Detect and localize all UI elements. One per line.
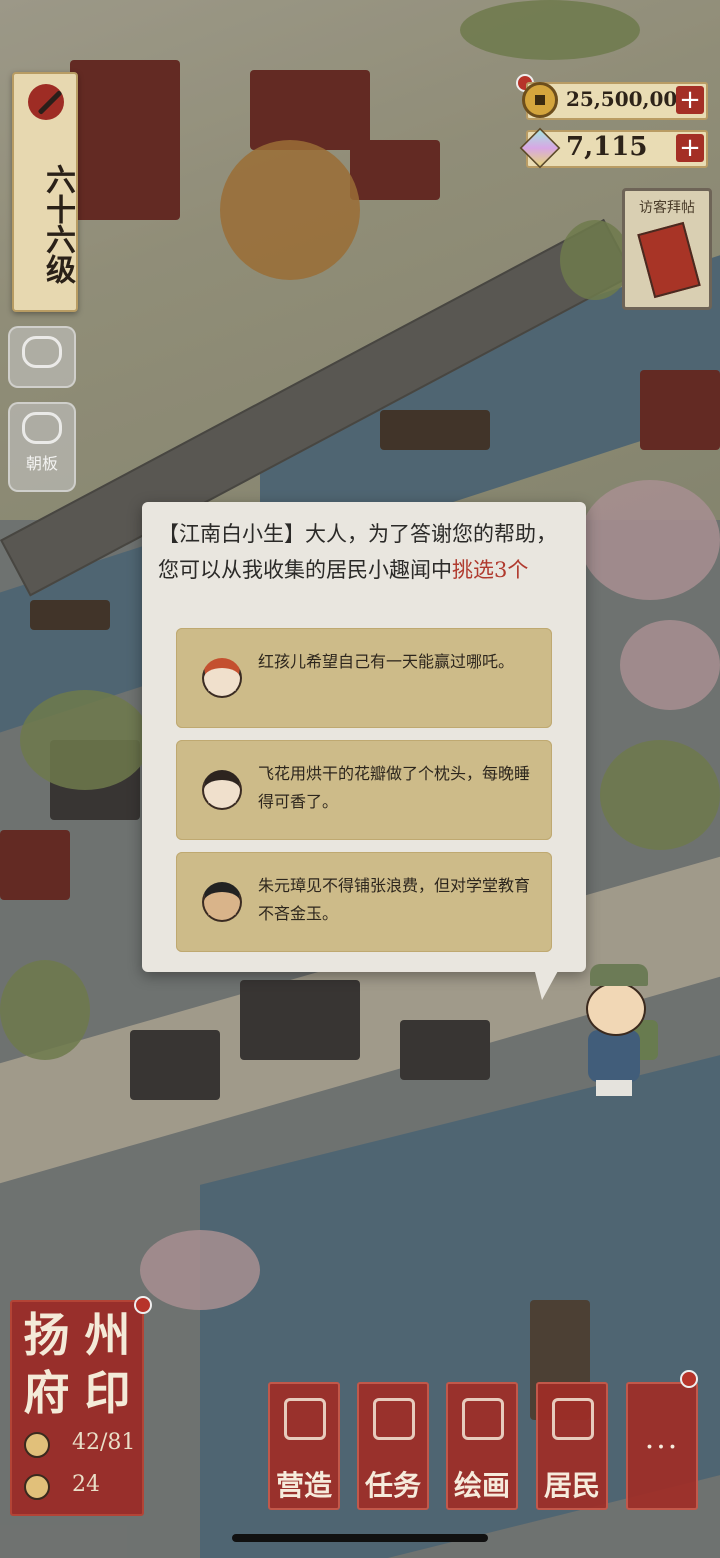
court-board-button[interactable]: 朝板 xyxy=(8,402,76,492)
residents-label: 居民 xyxy=(543,1469,600,1502)
court-board-icon xyxy=(22,412,62,444)
building-icon xyxy=(284,1398,326,1440)
add-jade-button[interactable]: + xyxy=(676,134,704,162)
population-stat: 42/81 xyxy=(24,1430,140,1460)
tasks-menu-button[interactable]: 任务 xyxy=(357,1382,429,1510)
tasks-label: 任务 xyxy=(364,1469,421,1502)
dialog-highlight: 挑选3个 xyxy=(452,558,529,582)
notification-dot xyxy=(134,1296,152,1314)
seal-char: 州 xyxy=(84,1308,131,1362)
jade-counter: 7,115 + xyxy=(519,127,708,169)
hat xyxy=(590,964,648,986)
visitor-stat: 24 xyxy=(24,1472,140,1502)
visitor-value: 24 xyxy=(72,1472,100,1497)
more-icon: ··· xyxy=(644,1430,680,1465)
emperor-avatar xyxy=(202,882,242,922)
seal-characters: 扬 州 府 印 xyxy=(16,1306,138,1422)
jade-amount: 7,115 xyxy=(566,132,648,162)
painting-label: 绘画 xyxy=(453,1469,510,1502)
visitor-card-title: 访客拜帖 xyxy=(639,200,695,216)
copper-coin-icon xyxy=(522,82,558,118)
robe xyxy=(588,1030,640,1082)
residents-menu-button[interactable]: 居民 xyxy=(536,1382,608,1510)
population-value: 42/81 xyxy=(72,1430,136,1455)
red-haired-boy-avatar xyxy=(202,658,242,698)
legs xyxy=(596,1080,632,1096)
visitor-face-icon xyxy=(24,1474,50,1500)
home-indicator[interactable] xyxy=(232,1534,488,1542)
chat-bubble-icon xyxy=(22,336,62,368)
painting-menu-button[interactable]: 绘画 xyxy=(446,1382,518,1510)
visitor-invitation-button[interactable]: 访客拜帖 xyxy=(622,188,712,310)
build-menu-button[interactable]: 营造 xyxy=(268,1382,340,1510)
anecdote-option-2[interactable]: 飞花用烘干的花瓣做了个枕头，每晚睡得可香了。 xyxy=(176,740,552,840)
court-board-label: 朝板 xyxy=(25,454,58,473)
dialog-message: 【江南白小生】大人，为了答谢您的帮助，您可以从我收集的居民小趣闻中挑选3个 xyxy=(158,516,570,588)
chat-button[interactable] xyxy=(8,326,76,388)
scholar-character[interactable] xyxy=(574,964,664,1098)
coin-counter: 25,500,000 + xyxy=(522,82,708,120)
invitation-card-icon xyxy=(637,221,701,299)
notification-dot xyxy=(680,1370,698,1388)
seal-char: 印 xyxy=(84,1366,131,1420)
option-text: 红孩儿希望自己有一天能赢过哪吒。 xyxy=(258,652,515,671)
build-label: 营造 xyxy=(275,1469,332,1502)
seal-char: 府 xyxy=(23,1366,70,1420)
anecdote-option-3[interactable]: 朱元璋见不得铺张浪费，但对学堂教育不吝金玉。 xyxy=(176,852,552,952)
city-seal-panel[interactable]: 扬 州 府 印 42/81 24 xyxy=(10,1296,152,1516)
speaker-name: 【江南白小生】 xyxy=(158,522,305,546)
resident-icon xyxy=(552,1398,594,1440)
resident-icon xyxy=(24,1432,50,1458)
dialog-panel: 【江南白小生】大人，为了答谢您的帮助，您可以从我收集的居民小趣闻中挑选3个 红孩… xyxy=(142,502,586,972)
seal-char: 扬 xyxy=(23,1308,70,1362)
option-text: 飞花用烘干的花瓣做了个枕头，每晚睡得可香了。 xyxy=(258,764,531,811)
add-coins-button[interactable]: + xyxy=(676,86,704,114)
coin-amount: 25,500,000 xyxy=(566,87,692,111)
face xyxy=(586,982,646,1036)
brush-emblem-icon xyxy=(28,84,64,120)
more-menu-button[interactable]: ··· xyxy=(626,1382,698,1510)
task-book-icon xyxy=(373,1398,415,1440)
scroll-icon xyxy=(462,1398,504,1440)
level-banner[interactable]: 六十六级 xyxy=(12,72,78,312)
speech-tail xyxy=(532,960,564,1000)
option-text: 朱元璋见不得铺张浪费，但对学堂教育不吝金玉。 xyxy=(258,876,531,923)
anecdote-option-1[interactable]: 红孩儿希望自己有一天能赢过哪吒。 xyxy=(176,628,552,728)
lady-avatar xyxy=(202,770,242,810)
jade-gem-icon xyxy=(519,127,561,169)
level-label: 六十六级 xyxy=(40,164,75,284)
